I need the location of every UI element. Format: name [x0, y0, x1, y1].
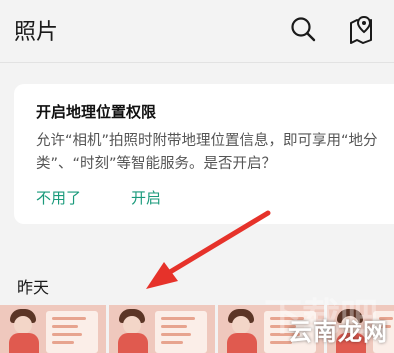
photo-thumbnail[interactable] — [109, 305, 215, 353]
photo-thumbnail[interactable] — [0, 305, 106, 353]
watermark: 云南龙网 — [288, 318, 388, 346]
header-divider — [0, 62, 394, 63]
dismiss-button[interactable]: 不用了 — [36, 187, 81, 208]
card-description: 允许“相机”拍照时附带地理位置信息，即可享用“地分类”、“时刻”等智能服务。是否… — [36, 133, 378, 172]
enable-button[interactable]: 开启 — [131, 187, 161, 208]
search-icon[interactable] — [288, 14, 318, 44]
card-title: 开启地理位置权限 — [36, 103, 157, 121]
section-label: 昨天 — [17, 278, 50, 297]
location-permission-card: 开启地理位置权限 允许“相机”拍照时附带地理位置信息，即可享用“地分类”、“时刻… — [14, 84, 394, 224]
page-title: 照片 — [14, 20, 59, 45]
map-pin-icon[interactable] — [347, 14, 377, 44]
app-header: 照片 — [0, 0, 394, 62]
